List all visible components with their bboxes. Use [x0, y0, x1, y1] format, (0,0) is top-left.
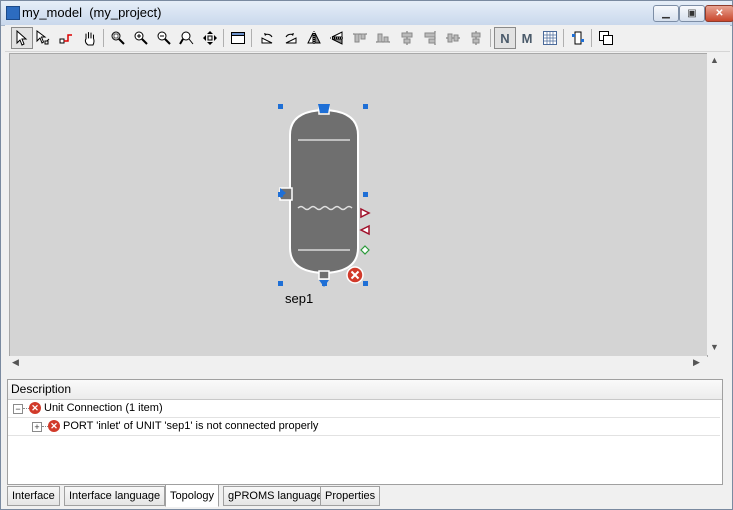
align-middle-tool[interactable] [466, 28, 486, 48]
toolbar-separator [251, 29, 252, 47]
description-header[interactable]: Description [8, 380, 722, 400]
close-button[interactable]: ✕ [705, 5, 733, 22]
tab-interface[interactable]: Interface [7, 486, 60, 506]
flip-horizontal-tool[interactable] [304, 28, 324, 48]
align-bottom-icon [376, 33, 390, 43]
zoom-area-tool[interactable] [108, 28, 128, 48]
error-icon: ✕ [29, 402, 41, 414]
align-right-icon [424, 31, 436, 45]
scroll-right-arrow-icon[interactable]: ▶ [693, 357, 700, 368]
toolbar-separator [591, 29, 592, 47]
zoom-area-icon [111, 31, 125, 45]
unit-name-label: sep1 [285, 291, 314, 306]
toolbar-separator [563, 29, 564, 47]
description-panel: Description − ✕ Unit Connection (1 item)… [7, 379, 723, 485]
toolbar-separator [223, 29, 224, 47]
zoom-in-tool[interactable] [131, 28, 151, 48]
layers-icon [599, 31, 613, 45]
topology-canvas[interactable]: sep1 [9, 53, 708, 357]
zoom-out-icon [157, 31, 171, 45]
align-top-tool[interactable] [350, 28, 370, 48]
tab-topology[interactable]: Topology [165, 484, 220, 507]
error-badge-icon[interactable] [346, 266, 364, 284]
editor-window: my_model (my_project) ▁ ▣ ✕ N M sep1 ▲ ▼… [0, 0, 733, 510]
fit-arrows-icon [203, 31, 217, 45]
window-icon [231, 32, 245, 44]
tree-item-label: PORT 'inlet' of UNIT 'sep1' is not conne… [63, 420, 319, 432]
title-bar[interactable]: my_model (my_project) ▁ ▣ ✕ [1, 1, 733, 26]
scroll-up-arrow-icon[interactable]: ▲ [710, 55, 719, 65]
zoom-select-icon [179, 31, 194, 45]
vertical-scrollbar[interactable]: ▲ ▼ [707, 53, 721, 355]
connect-tool[interactable] [57, 28, 77, 48]
ports-tool[interactable] [568, 28, 588, 48]
zoom-select-tool[interactable] [177, 28, 197, 48]
ports-icon [572, 31, 584, 45]
align-left-icon [401, 31, 413, 45]
scroll-down-arrow-icon[interactable]: ▼ [710, 342, 719, 352]
toolbar-separator [490, 29, 491, 47]
rotate-left-tool[interactable] [257, 28, 277, 48]
toolbar-separator [103, 29, 104, 47]
grid-icon [543, 31, 557, 45]
tab-properties[interactable]: Properties [320, 486, 381, 506]
flip-vertical-tool[interactable] [327, 28, 347, 48]
select-connection-tool[interactable] [33, 28, 53, 48]
connector-icon [59, 34, 72, 44]
properties-tool[interactable] [228, 28, 248, 48]
grid-tool[interactable] [540, 28, 560, 48]
letter-n-icon: N [500, 30, 510, 46]
app-icon [6, 6, 20, 20]
align-middle-icon [471, 31, 481, 45]
error-icon: ✕ [48, 420, 60, 432]
align-top-icon [353, 33, 367, 43]
hand-icon [84, 32, 95, 46]
toolbar: N M [5, 25, 730, 52]
rotate-right-icon [285, 33, 297, 44]
window-title: my_model (my_project) [22, 5, 162, 20]
pan-tool[interactable] [80, 28, 100, 48]
collapse-toggle-icon[interactable]: − [13, 404, 23, 414]
zoom-in-icon [134, 31, 148, 45]
tree-item-row[interactable]: + ✕ PORT 'inlet' of UNIT 'sep1' is not c… [8, 418, 720, 436]
align-bottom-tool[interactable] [373, 28, 393, 48]
align-right-tool[interactable] [420, 28, 440, 48]
separator-unit[interactable] [272, 100, 378, 292]
select-pointer-tool[interactable] [11, 27, 33, 49]
minimize-button[interactable]: ▁ [653, 5, 679, 22]
arrow-pointer-icon [16, 30, 28, 46]
tab-gproms-language[interactable]: gPROMS language [223, 486, 328, 506]
letter-m-icon: M [521, 30, 533, 46]
align-left-tool[interactable] [397, 28, 417, 48]
maximize-button[interactable]: ▣ [679, 5, 705, 22]
fit-to-window-tool[interactable] [200, 28, 220, 48]
layers-tool[interactable] [596, 28, 616, 48]
align-center-icon [446, 33, 460, 43]
editor-tabs: Interface Interface language Topology gP… [7, 484, 727, 507]
tree-group-row[interactable]: − ✕ Unit Connection (1 item) [8, 400, 720, 418]
align-center-tool[interactable] [443, 28, 463, 48]
show-names-tool[interactable]: N [494, 27, 516, 49]
zoom-out-tool[interactable] [154, 28, 174, 48]
rotate-right-tool[interactable] [281, 28, 301, 48]
arrow-link-icon [36, 30, 50, 45]
tree-group-label: Unit Connection (1 item) [44, 402, 163, 414]
expand-toggle-icon[interactable]: + [32, 422, 42, 432]
horizontal-scrollbar[interactable]: ◀ ▶ [9, 356, 707, 370]
tab-interface-language[interactable]: Interface language [64, 486, 166, 506]
flip-vertical-icon [330, 31, 344, 45]
flip-horizontal-icon [307, 31, 321, 45]
show-model-tool[interactable]: M [517, 28, 537, 48]
rotate-left-icon [261, 33, 273, 44]
scroll-left-arrow-icon[interactable]: ◀ [12, 357, 19, 368]
